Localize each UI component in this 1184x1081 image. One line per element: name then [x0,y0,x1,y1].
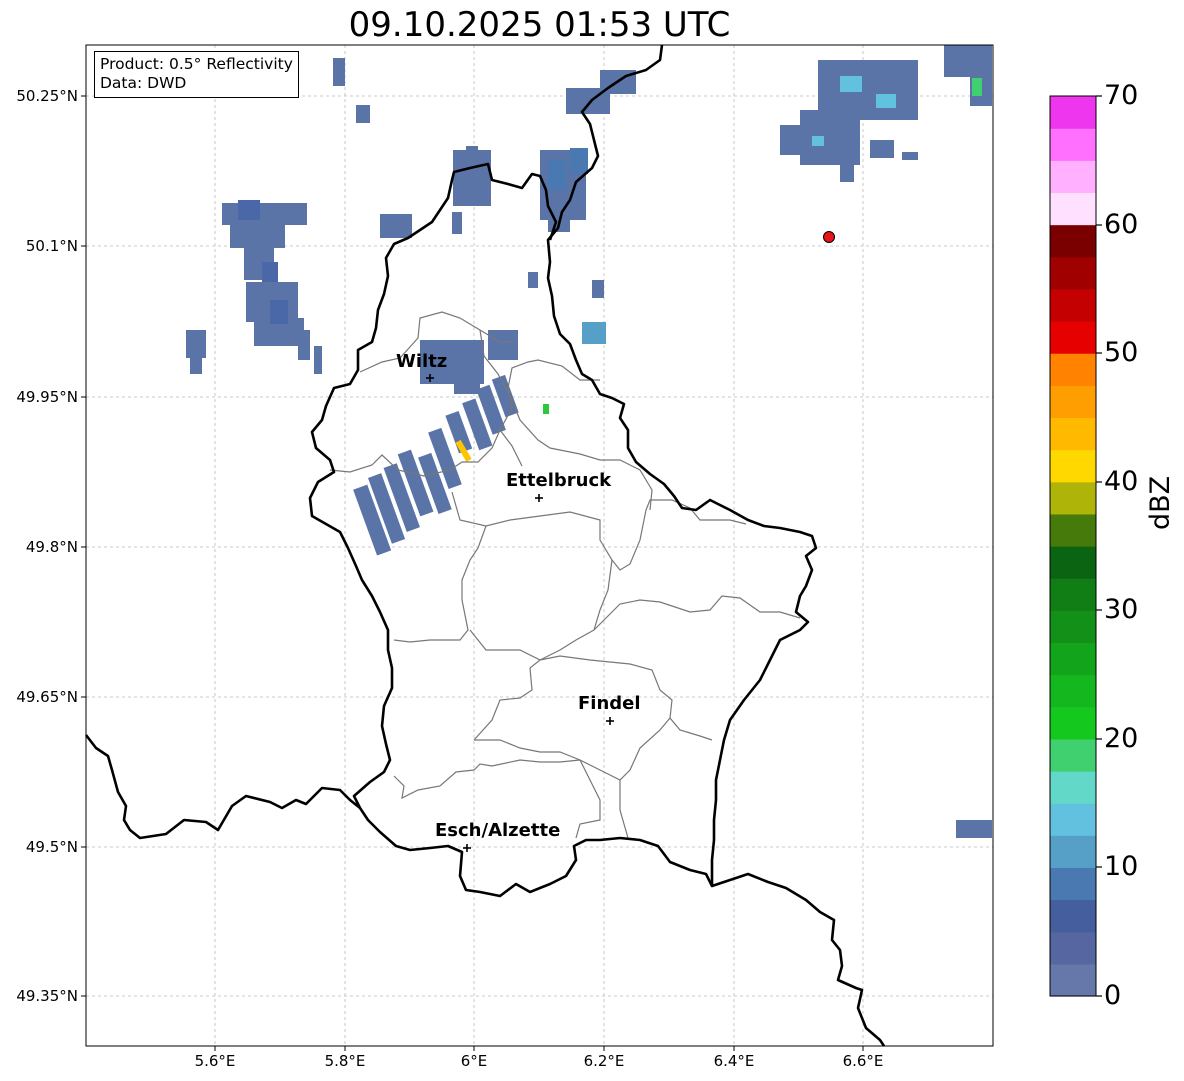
data-source-label: Data: DWD [100,74,187,92]
colorbar-swatch [1050,835,1096,869]
lon-tick-label: 5.8°E [324,1052,366,1070]
lat-tick-label: 49.5°N [25,838,78,856]
lat-tick-label: 49.65°N [16,688,78,706]
lon-tick-label: 6.4°E [713,1052,755,1070]
lat-tick-label: 49.35°N [16,987,78,1005]
colorbar-swatch [1050,417,1096,451]
product-info-box: Product: 0.5° Reflectivity Data: DWD [94,51,299,98]
radar-echoes [186,45,992,838]
colorbar-tick-label: 20 [1104,723,1139,754]
colorbar-swatch [1050,353,1096,386]
colorbar-swatch [1050,738,1096,772]
city-markers [426,374,614,852]
canton-boundaries [329,311,801,839]
city-label-ettelbruck[interactable]: Ettelbruck [506,470,611,492]
radar-map[interactable] [0,0,1184,1081]
colorbar-swatch [1050,803,1096,836]
colorbar-swatch [1050,128,1096,161]
colorbar-swatch [1050,867,1096,901]
lat-tick-label: 50.25°N [16,87,78,105]
colorbar-swatch [1050,160,1096,194]
lat-tick-label: 50.1°N [25,237,78,255]
colorbar-swatch [1050,931,1096,965]
lat-tick-label: 49.8°N [25,538,78,556]
colorbar-swatch [1050,771,1096,804]
lat-tick-label: 49.95°N [16,388,78,406]
colorbar-swatch [1050,321,1096,354]
colorbar-unit-label: dBZ [1145,475,1176,530]
radar-site-marker[interactable] [823,231,835,243]
lon-tick-label: 6.6°E [842,1052,884,1070]
colorbar-swatch [1050,224,1096,258]
colorbar-swatch [1050,96,1096,129]
colorbar-swatch [1050,481,1096,515]
colorbar-swatch [1050,706,1096,740]
lon-tick-label: 5.6°E [194,1052,236,1070]
colorbar-tick-label: 0 [1104,980,1122,1011]
colorbar [1050,96,1096,997]
city-label-esch-alzette[interactable]: Esch/Alzette [435,820,560,842]
city-label-wiltz[interactable]: Wiltz [396,351,447,373]
colorbar-swatch [1050,288,1096,322]
product-label: Product: 0.5° Reflectivity [100,55,293,73]
colorbar-tick-label: 70 [1104,80,1139,111]
colorbar-tick-label: 60 [1104,209,1139,240]
colorbar-swatch [1050,899,1096,933]
colorbar-swatch [1050,546,1096,579]
tick-marks [81,95,864,1051]
colorbar-ticks [1096,95,1102,997]
colorbar-swatch [1050,192,1096,226]
colorbar-swatch [1050,642,1096,676]
colorbar-tick-label: 40 [1104,466,1139,497]
city-label-findel[interactable]: Findel [578,693,641,715]
colorbar-tick-label: 30 [1104,594,1139,625]
colorbar-swatch [1050,610,1096,644]
colorbar-swatch [1050,385,1096,419]
lon-tick-label: 6.2°E [583,1052,625,1070]
map-frame [85,44,994,1047]
colorbar-tick-label: 10 [1104,851,1139,882]
lon-tick-label: 6°E [460,1052,488,1070]
colorbar-swatch [1050,578,1096,611]
colorbar-swatch [1050,513,1096,547]
colorbar-swatch [1050,449,1096,483]
colorbar-swatch [1050,674,1096,708]
gridlines [86,45,993,1046]
colorbar-swatch [1050,963,1096,997]
colorbar-tick-label: 50 [1104,337,1139,368]
colorbar-swatch [1050,256,1096,290]
